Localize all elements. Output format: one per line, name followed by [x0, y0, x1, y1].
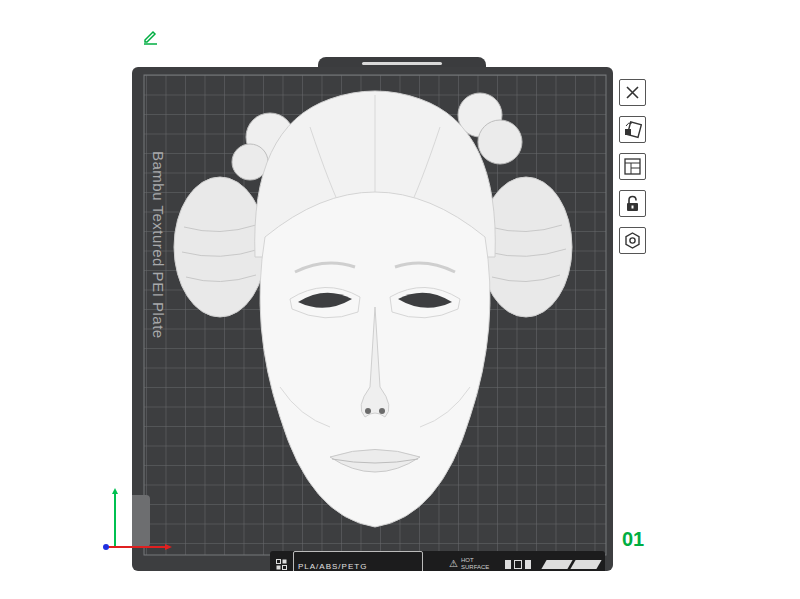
viewport[interactable]: Bambu Textured PEI Plate	[0, 0, 800, 599]
build-plate[interactable]: Bambu Textured PEI Plate	[132, 67, 613, 571]
settings-icon	[624, 232, 641, 249]
plate-settings-button[interactable]	[619, 227, 646, 254]
hot-surface-label: HOT SURFACE	[461, 557, 495, 571]
strip-mark	[505, 560, 511, 569]
auto-orient-button[interactable]	[619, 116, 646, 143]
strip-stripe	[570, 560, 601, 569]
auto-orient-icon	[623, 120, 642, 139]
close-icon	[625, 85, 640, 100]
edit-pencil-icon[interactable]	[142, 28, 159, 45]
axis-gizmo	[100, 488, 175, 554]
plate-number[interactable]: 01	[622, 528, 644, 550]
lock-icon	[625, 195, 640, 212]
plate-name: Bambu Textured PEI Plate	[148, 151, 168, 339]
plate-label-strip: PLA/ABS/PETG ⚠ HOT SURFACE	[270, 551, 605, 571]
strip-mark	[525, 560, 531, 569]
strip-mark	[514, 560, 522, 569]
plate-toolbar	[619, 79, 646, 254]
plate-type-icon	[276, 559, 287, 570]
remove-plate-button[interactable]	[619, 79, 646, 106]
arrange-icon	[624, 158, 641, 175]
strip-stripe	[541, 560, 572, 569]
origin-corner	[132, 495, 150, 547]
arrange-button[interactable]	[619, 153, 646, 180]
mask-model[interactable]	[170, 87, 580, 567]
lock-plate-button[interactable]	[619, 190, 646, 217]
warning-icon: ⚠	[449, 558, 458, 570]
filament-label: PLA/ABS/PETG	[298, 562, 367, 571]
